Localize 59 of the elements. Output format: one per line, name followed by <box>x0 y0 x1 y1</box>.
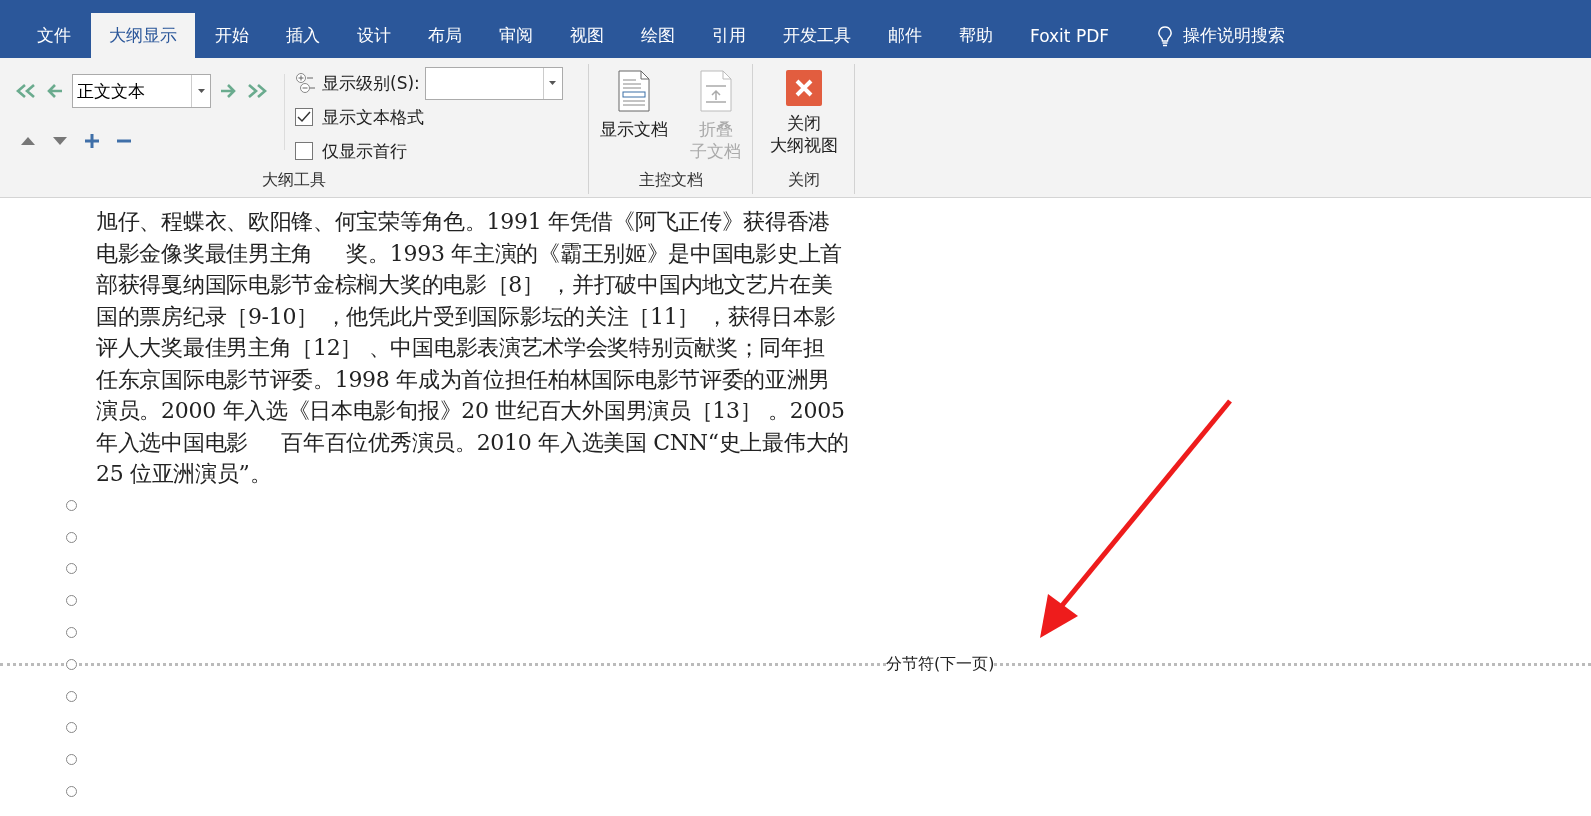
body-text-line: 25 位亚洲演员”。 <box>96 460 273 488</box>
body-text-line: 年入选中国电影 百年百位优秀演员。2010 年入选美国 CNN“史上最伟大的 <box>96 428 850 457</box>
outline-bullet-icon <box>66 531 77 543</box>
group-label: 主控文档 <box>637 170 704 191</box>
outline-bullet-icon <box>66 786 77 798</box>
dropdown-arrow-icon <box>549 81 557 85</box>
group-label: 关闭 <box>786 170 821 191</box>
outline-bullet-icon <box>66 658 77 670</box>
menu-tab[interactable]: 设计 <box>340 13 408 58</box>
group-label: 大纲工具 <box>261 170 327 191</box>
outline-bullet-icon <box>66 595 77 607</box>
move-down-icon[interactable] <box>53 137 67 145</box>
menu-tab[interactable]: 视图 <box>553 13 621 58</box>
outline-bullet-icon <box>66 499 77 511</box>
lightbulb-icon <box>1157 26 1174 48</box>
dropdown-arrow-icon <box>197 89 205 93</box>
move-up-icon[interactable] <box>21 137 35 145</box>
outline-bullet-icon <box>66 563 77 575</box>
right-arrow-icon[interactable] <box>220 83 236 99</box>
tell-me-search[interactable]: 操作说明搜索 <box>1183 13 1286 58</box>
menu-tab[interactable]: 邮件 <box>871 13 939 58</box>
body-text-line: 电影金像奖最佳男主角 奖。1993 年主演的《霸王别姬》是中国电影史上首 <box>96 239 843 268</box>
body-text-line: 评人大奖最佳男主角［12］ 、中国电影表演艺术学会奖特别贡献奖；同年担 <box>96 334 826 362</box>
menu-tab[interactable]: 审阅 <box>482 13 550 58</box>
show-level-icon <box>295 72 317 94</box>
menu-tab[interactable]: 开发工具 <box>766 13 868 58</box>
close-outline-view-button[interactable]: 关闭 大纲视图 <box>765 68 842 158</box>
outline-level-dropdown[interactable]: 正文文本 <box>72 74 211 108</box>
show-document-button[interactable]: 显示文档 <box>596 68 672 142</box>
menu-tab[interactable]: Foxit PDF <box>1013 13 1127 58</box>
menu-tab[interactable]: 绘图 <box>624 13 692 58</box>
outline-bullet-icon <box>66 722 77 734</box>
menu-tab[interactable]: 开始 <box>198 13 266 58</box>
show-level-label: 显示级别(S): <box>322 71 420 95</box>
checkbox-label: 仅显示首行 <box>322 139 407 163</box>
menu-tab[interactable]: 插入 <box>269 13 337 58</box>
expand-plus-icon[interactable] <box>85 134 99 148</box>
checkbox[interactable] <box>295 108 313 126</box>
body-text-line: 演员。2000 年入选《日本电影旬报》20 世纪百大外国男演员［13］ 。2005 <box>96 397 846 425</box>
collapse-minus-icon[interactable] <box>117 139 131 143</box>
body-text-line: 任东京国际电影节评委。1998 年成为首位担任柏林国际电影节评委的亚洲男 <box>96 365 832 394</box>
menu-tab[interactable]: 布局 <box>411 13 479 58</box>
outline-bullet-icon <box>66 754 77 766</box>
body-text-line: 国的票房纪录［9-10］ ，他凭此片受到国际影坛的关注［11］ ，获得日本影 <box>96 302 837 331</box>
show-level-dropdown[interactable] <box>424 66 563 100</box>
outline-bullet-icon <box>66 690 77 702</box>
outline-bullet-icon <box>66 627 77 639</box>
body-text-line: 旭仔、程蝶衣、欧阳锋、何宝荣等角色。1991 年凭借《阿飞正传》获得香港 <box>96 208 832 236</box>
menu-tab[interactable]: 文件 <box>20 13 88 58</box>
left-arrow-icon[interactable] <box>47 83 63 99</box>
checkbox-label: 显示文本格式 <box>322 105 424 129</box>
body-text-line: 部获得戛纳国际电影节金棕榈大奖的电影［8］ ，并打破中国内地文艺片在美 <box>96 271 834 299</box>
menu-tab[interactable]: 帮助 <box>942 13 1010 58</box>
document-icon <box>618 70 650 112</box>
close-icon <box>785 70 822 106</box>
checkbox[interactable] <box>295 142 313 160</box>
section-break-label: 分节符(下一页) <box>886 653 995 675</box>
menu-tab[interactable]: 引用 <box>695 13 763 58</box>
menu-tab[interactable]: 大纲显示 <box>91 13 195 58</box>
